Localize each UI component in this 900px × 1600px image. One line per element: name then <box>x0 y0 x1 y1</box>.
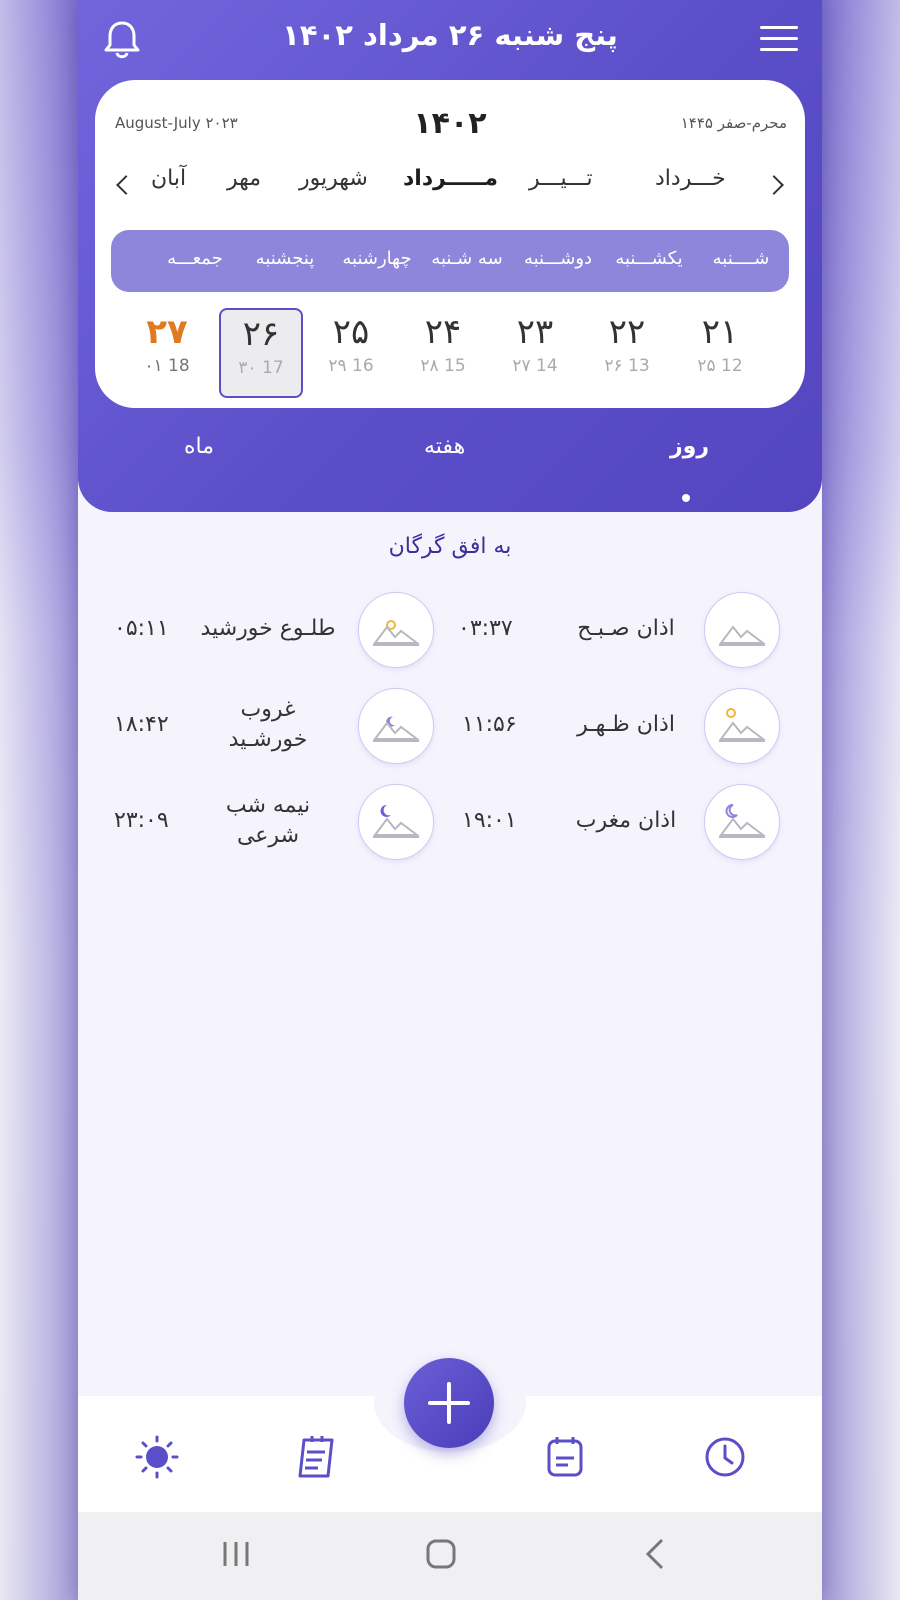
prayer-row-midnight: نیمه شب شرعی ۲۳:۰۹ <box>88 784 434 864</box>
home-icon[interactable] <box>423 1536 459 1572</box>
weekday-wednesday: چهارشنبه <box>342 248 412 269</box>
month-mordad[interactable]: مـــــرداد <box>403 166 498 191</box>
day-number: ۲۴ <box>424 312 462 352</box>
weekday-monday: دوشـــنبه <box>523 248 593 269</box>
prayer-name: غروب خورشـید <box>228 697 308 752</box>
prayer-name: اذان مغرب <box>575 808 677 833</box>
prayer-time: ۰۳:۳۷ <box>458 616 513 641</box>
month-khordad[interactable]: خـــرداد <box>655 166 726 191</box>
day-cell[interactable]: ۲۵ ۲۹ 16 <box>311 308 391 394</box>
midnight-icon <box>358 784 434 860</box>
prayer-name: نیمه شب شرعی <box>225 793 311 848</box>
sunrise-icon <box>358 592 434 668</box>
weekday-thursday: پنجشنبه <box>255 248 315 269</box>
prayer-name: طلـوع خورشید <box>200 616 336 641</box>
month-shahrivar[interactable]: شهریور <box>299 166 368 191</box>
prayer-row-sunrise: طلـوع خورشید ۰۵:۱۱ <box>88 592 434 672</box>
sunset-icon <box>358 688 434 764</box>
system-navigation-bar <box>78 1512 822 1600</box>
prayer-time: ۱۹:۰۱ <box>462 808 517 833</box>
weekday-tuesday: سه شـنبه <box>431 248 503 269</box>
chevron-right-icon[interactable] <box>764 175 784 195</box>
add-button[interactable] <box>404 1358 494 1448</box>
prayer-time: ۱۱:۵۶ <box>462 712 517 737</box>
background-blur-right <box>822 0 900 1600</box>
day-cell[interactable]: ۲۱ ۲۵ 12 <box>680 308 760 394</box>
day-number: ۲۵ <box>332 312 370 352</box>
tab-day[interactable]: روز <box>670 434 709 459</box>
weekday-friday: جمعـــه <box>167 248 223 269</box>
prayer-row-maghrib: اذان مغرب ۱۹:۰۱ <box>446 784 786 864</box>
calendar-icon[interactable] <box>542 1434 588 1480</box>
hamburger-menu-icon[interactable] <box>760 26 798 56</box>
header-panel: پنج شنبه ۲۶ مرداد ۱۴۰۲ August-July ۲۰۲۳ … <box>78 0 822 512</box>
day-number: ۲۱ <box>701 312 739 352</box>
page-title: پنج شنبه ۲۶ مرداد ۱۴۰۲ <box>282 18 618 52</box>
prayer-time: ۲۳:۰۹ <box>114 808 169 833</box>
prayer-row-sunset: غروب خورشـید ۱۸:۴۲ <box>88 688 434 768</box>
background-blur-left <box>0 0 78 1600</box>
day-cell-selected[interactable]: ۲۶ ۳۰ 17 <box>219 308 303 398</box>
notes-icon[interactable] <box>294 1434 340 1480</box>
prayer-name: اذان ظـهـر <box>577 712 675 737</box>
active-tab-indicator <box>682 494 690 502</box>
horizon-label: به افق گرگان <box>388 534 512 559</box>
day-number: ۲۲ <box>608 312 646 352</box>
day-sub-dates: ۲۷ 14 <box>512 356 558 376</box>
day-sub-dates: ۳۰ 17 <box>238 358 284 378</box>
moon-icon <box>704 784 780 860</box>
day-sub-dates: ۲۹ 16 <box>328 356 374 376</box>
week-days-row: ۲۱ ۲۵ 12 ۲۲ ۲۶ 13 ۲۳ ۲۷ 14 ۲۴ ۲۸ 15 ۲۵ ۲… <box>95 308 805 403</box>
day-cell-holiday[interactable]: ۲۷ ۰۱ 18 <box>127 308 207 394</box>
day-sub-dates: ۲۸ 15 <box>420 356 466 376</box>
recents-icon[interactable] <box>218 1536 254 1572</box>
chevron-left-icon[interactable] <box>116 175 136 195</box>
day-cell[interactable]: ۲۳ ۲۷ 14 <box>495 308 575 394</box>
day-number: ۲۷ <box>146 312 188 352</box>
month-selector: آبان مهر شهریور مـــــرداد تـــیـــر خــ… <box>95 166 805 212</box>
top-bar: پنج شنبه ۲۶ مرداد ۱۴۰۲ <box>78 0 822 80</box>
day-sub-dates: ۲۵ 12 <box>697 356 743 376</box>
prayer-row-fajr: اذان صـبـح ۰۳:۳۷ <box>446 592 786 672</box>
month-aban[interactable]: آبان <box>151 166 186 191</box>
calendar-card: August-July ۲۰۲۳ ۱۴۰۲ محرم-صفر ۱۴۴۵ آبان… <box>95 80 805 408</box>
sun-nav-icon[interactable] <box>134 1434 180 1480</box>
month-mehr[interactable]: مهر <box>227 166 261 191</box>
day-sub-dates: ۲۶ 13 <box>604 356 650 376</box>
prayer-time: ۰۵:۱۱ <box>114 616 169 641</box>
tab-week[interactable]: هفته <box>424 434 465 459</box>
weekday-saturday: شــــنبه <box>712 248 770 269</box>
sun-icon <box>704 688 780 764</box>
day-number: ۲۶ <box>242 314 280 354</box>
prayer-row-dhuhr: اذان ظـهـر ۱۱:۵۶ <box>446 688 786 768</box>
month-tir[interactable]: تـــیـــر <box>529 166 593 191</box>
clock-icon[interactable] <box>702 1434 748 1480</box>
weekday-bar: شــــنبه یکشـــنبه دوشـــنبه سه شـنبه چه… <box>111 230 789 292</box>
day-cell[interactable]: ۲۲ ۲۶ 13 <box>587 308 667 394</box>
day-cell[interactable]: ۲۴ ۲۸ 15 <box>403 308 483 394</box>
day-sub-dates: ۰۱ 18 <box>144 356 190 376</box>
view-tabs: ماه هفته روز <box>78 420 822 502</box>
prayer-name: اذان صـبـح <box>577 616 675 641</box>
back-icon[interactable] <box>638 1536 674 1572</box>
day-number: ۲۳ <box>516 312 554 352</box>
mountain-icon <box>704 592 780 668</box>
weekday-sunday: یکشـــنبه <box>615 248 683 269</box>
app-screen: پنج شنبه ۲۶ مرداد ۱۴۰۲ August-July ۲۰۲۳ … <box>78 0 822 1600</box>
tab-month[interactable]: ماه <box>184 434 214 459</box>
prayer-time: ۱۸:۴۲ <box>114 712 169 737</box>
hijri-months: محرم-صفر ۱۴۴۵ <box>680 114 787 132</box>
bell-icon[interactable] <box>100 18 144 62</box>
